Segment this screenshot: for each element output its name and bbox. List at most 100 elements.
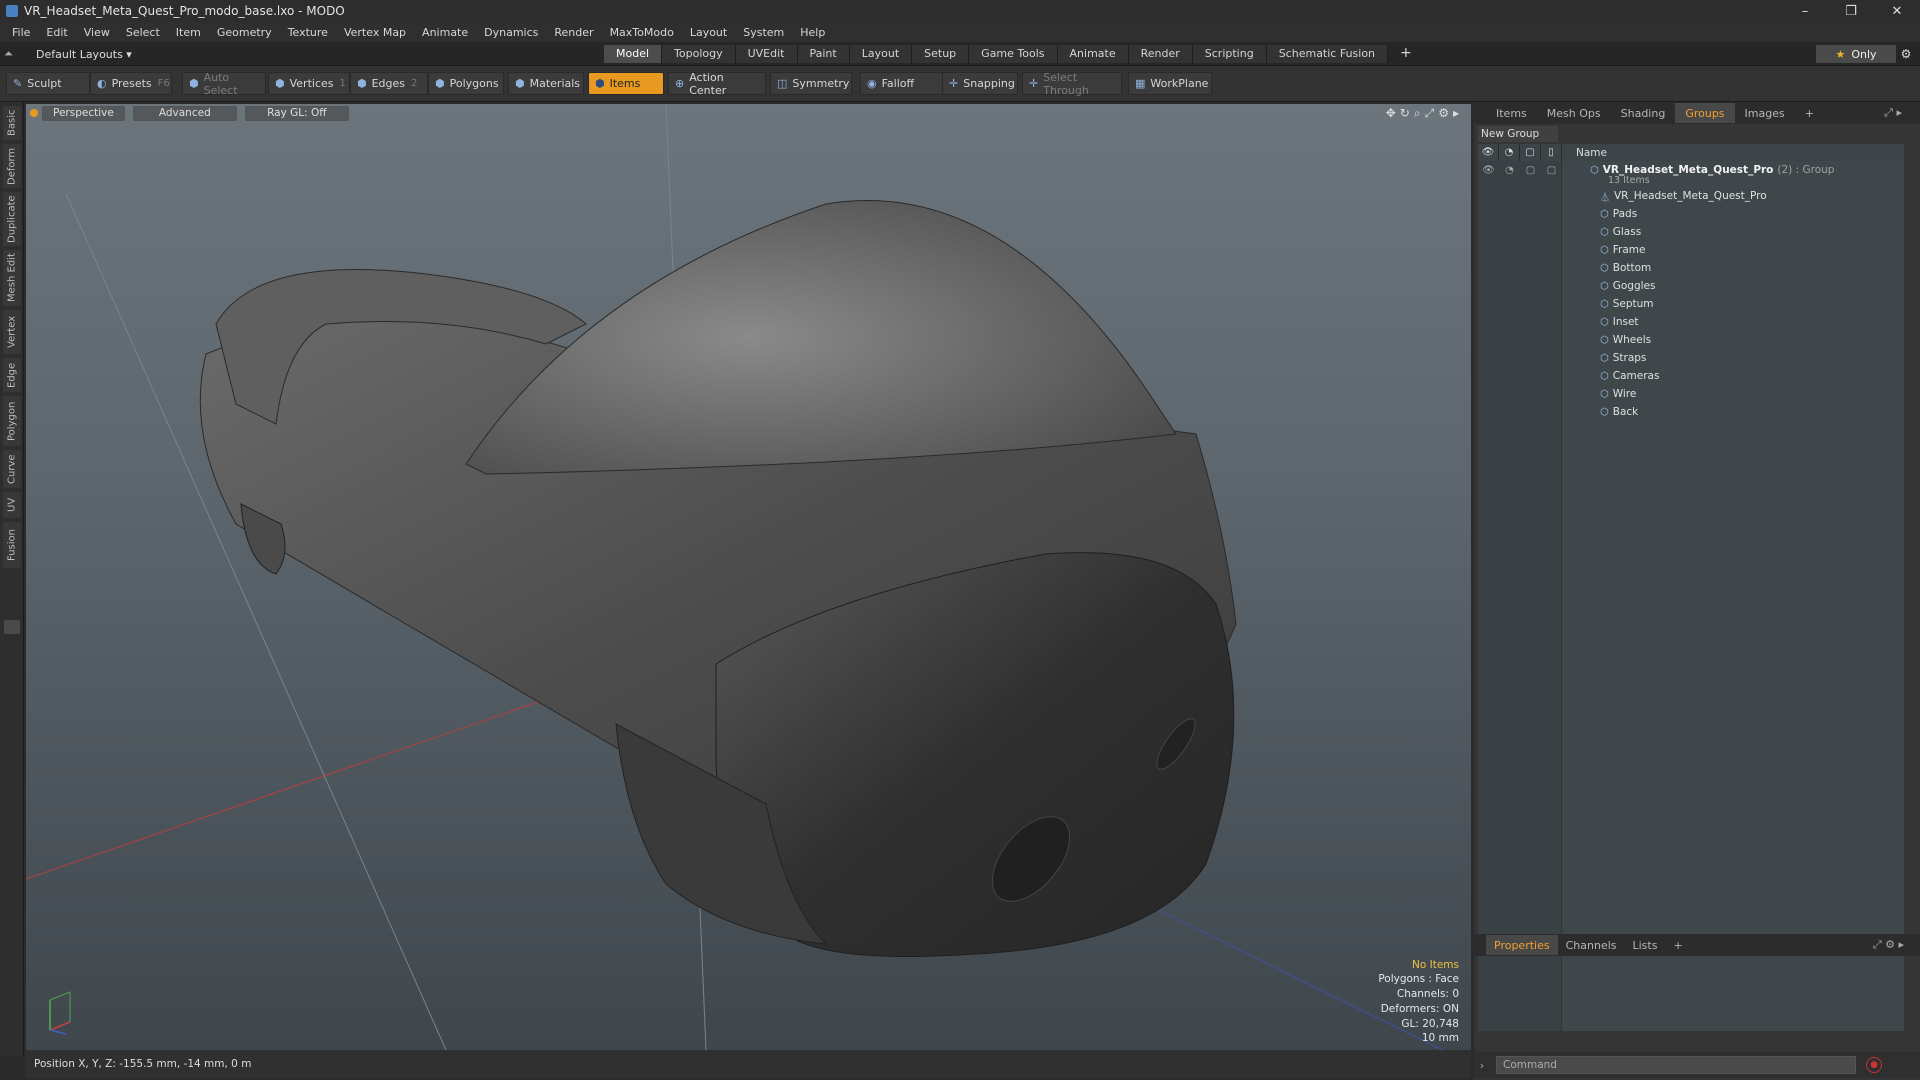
minimize-button[interactable]: –: [1782, 0, 1828, 22]
tab-items[interactable]: Items: [1486, 103, 1537, 123]
maximize-button[interactable]: ❐: [1828, 0, 1874, 22]
visibility-eye-icon[interactable]: 👁: [1478, 161, 1499, 179]
new-group-button[interactable]: New Group: [1478, 126, 1558, 142]
action-center-button[interactable]: ⊕ Action Center: [668, 71, 766, 97]
tab-schematic-fusion[interactable]: Schematic Fusion: [1266, 45, 1389, 63]
stop-icon[interactable]: ●: [1866, 1057, 1882, 1073]
menu-item[interactable]: Item: [168, 26, 209, 39]
tab-setup[interactable]: Setup: [912, 45, 970, 63]
fit-icon[interactable]: ⤢: [1425, 106, 1435, 121]
tab-layout[interactable]: Layout: [849, 45, 913, 63]
add-properties-tab-button[interactable]: +: [1665, 935, 1690, 955]
pan-icon[interactable]: ✥: [1386, 106, 1396, 121]
left-tab-fusion[interactable]: Fusion: [3, 522, 21, 568]
list-item[interactable]: ⬡ Wheels: [1478, 331, 1904, 349]
presets-button[interactable]: ◐ Presets F6: [90, 72, 172, 95]
add-panel-tab-button[interactable]: +: [1795, 103, 1824, 123]
lock-toggle-icon[interactable]: ▢: [1520, 161, 1541, 179]
expand-arrow-icon[interactable]: ▸: [1453, 106, 1459, 121]
sculpt-button[interactable]: ✎ Sculpt: [6, 72, 90, 95]
left-panel-toggle[interactable]: [4, 620, 20, 634]
visibility-col-icon[interactable]: 👁: [1478, 144, 1499, 161]
tab-properties[interactable]: Properties: [1486, 935, 1558, 955]
select-through-button[interactable]: ✛ Select Through: [1022, 71, 1122, 97]
tab-lists[interactable]: Lists: [1625, 935, 1666, 955]
menu-animate[interactable]: Animate: [414, 26, 476, 39]
list-item[interactable]: ⬡ Goggles: [1478, 277, 1904, 295]
list-item[interactable]: ⬡ Straps: [1478, 349, 1904, 367]
menu-edit[interactable]: Edit: [38, 26, 75, 39]
close-button[interactable]: ✕: [1874, 0, 1920, 22]
render-toggle-icon[interactable]: ◔: [1499, 161, 1520, 179]
tab-paint[interactable]: Paint: [797, 45, 850, 63]
panel-expand-icon[interactable]: ⤢ ▸: [1874, 103, 1912, 123]
left-tab-edge[interactable]: Edge: [3, 358, 21, 392]
only-toggle[interactable]: ★ Only: [1816, 45, 1896, 63]
list-item[interactable]: ⬡ Bottom: [1478, 259, 1904, 277]
layout-selector[interactable]: ⏶ Default Layouts ▾: [4, 45, 132, 63]
menu-select[interactable]: Select: [118, 26, 168, 39]
list-item[interactable]: ⬡ Back: [1478, 403, 1904, 421]
left-tab-vertex[interactable]: Vertex: [3, 310, 21, 354]
command-arrow-icon[interactable]: ›: [1474, 1059, 1490, 1072]
materials-button[interactable]: ⬢ Materials: [508, 72, 584, 95]
tab-game-tools[interactable]: Game Tools: [969, 45, 1058, 63]
left-tab-deform[interactable]: Deform: [3, 144, 21, 188]
lock-col-icon[interactable]: ▢: [1520, 144, 1541, 161]
menu-system[interactable]: System: [735, 26, 792, 39]
menu-file[interactable]: File: [4, 26, 38, 39]
left-tab-mesh-edit[interactable]: Mesh Edit: [3, 250, 21, 306]
list-item[interactable]: ⬡ Wire: [1478, 385, 1904, 403]
left-tab-polygon[interactable]: Polygon: [3, 396, 21, 446]
zoom-icon[interactable]: ⌕: [1414, 106, 1421, 121]
menu-render[interactable]: Render: [546, 26, 601, 39]
view-shading[interactable]: Advanced: [132, 105, 237, 121]
workplane-button[interactable]: ▦ WorkPlane: [1128, 72, 1212, 95]
tab-scripting[interactable]: Scripting: [1192, 45, 1267, 63]
select-col-icon[interactable]: ▯: [1541, 144, 1562, 161]
left-tab-basic[interactable]: Basic: [3, 106, 21, 140]
menu-layout[interactable]: Layout: [682, 26, 735, 39]
3d-viewport[interactable]: Perspective Advanced Ray GL: Off ✥ ↻ ⌕ ⤢…: [26, 104, 1471, 1050]
tab-topology[interactable]: Topology: [662, 45, 736, 63]
add-tab-button[interactable]: +: [1388, 45, 1424, 63]
symmetry-button[interactable]: ◫ Symmetry: [770, 72, 852, 95]
list-item[interactable]: ⬡ Glass: [1478, 223, 1904, 241]
menu-geometry[interactable]: Geometry: [209, 26, 280, 39]
tab-mesh-ops[interactable]: Mesh Ops: [1537, 103, 1611, 123]
raygl-toggle[interactable]: Ray GL: Off: [244, 105, 349, 121]
auto-select-button[interactable]: ⬢ Auto Select: [182, 71, 266, 97]
viewport-gear-icon[interactable]: ⚙: [1438, 106, 1449, 121]
settings-gear-icon[interactable]: ⚙: [1896, 45, 1916, 63]
command-input[interactable]: Command: [1496, 1056, 1856, 1074]
tab-render[interactable]: Render: [1128, 45, 1193, 63]
menu-maxtomodo[interactable]: MaxToModo: [602, 26, 682, 39]
list-item[interactable]: ⬡ Cameras: [1478, 367, 1904, 385]
render-col-icon[interactable]: ◔: [1499, 144, 1520, 161]
menu-help[interactable]: Help: [792, 26, 833, 39]
snapping-button[interactable]: ✛ Snapping: [942, 72, 1018, 95]
view-perspective[interactable]: Perspective: [42, 105, 125, 121]
list-item[interactable]: ⬡ Septum: [1478, 295, 1904, 313]
left-tab-curve[interactable]: Curve: [3, 450, 21, 488]
left-tab-uv[interactable]: UV: [3, 492, 21, 518]
list-item[interactable]: ⬡ Frame: [1478, 241, 1904, 259]
menu-dynamics[interactable]: Dynamics: [476, 26, 546, 39]
menu-vertex-map[interactable]: Vertex Map: [336, 26, 414, 39]
list-item[interactable]: ⬡ Inset: [1478, 313, 1904, 331]
group-row-root[interactable]: 👁 ◔ ▢ ▢ ⬡ VR_Headset_Meta_Quest_Pro (2) …: [1478, 161, 1904, 186]
falloff-button[interactable]: ◉ Falloff: [860, 72, 944, 95]
tab-groups[interactable]: Groups: [1675, 103, 1735, 123]
tab-model[interactable]: Model: [604, 45, 663, 63]
properties-expand-icon[interactable]: ⤢ ⚙ ▸: [1865, 935, 1912, 955]
vertices-button[interactable]: ⬢ Vertices 1: [268, 72, 350, 95]
list-item[interactable]: ⏃ VR_Headset_Meta_Quest_Pro: [1478, 187, 1904, 205]
polygons-button[interactable]: ⬢ Polygons: [428, 72, 504, 95]
tab-animate[interactable]: Animate: [1057, 45, 1129, 63]
tab-channels[interactable]: Channels: [1558, 935, 1625, 955]
rotate-icon[interactable]: ↻: [1400, 106, 1410, 121]
tab-shading[interactable]: Shading: [1611, 103, 1676, 123]
menu-texture[interactable]: Texture: [280, 26, 336, 39]
items-button[interactable]: ⬢ Items: [588, 72, 664, 95]
menu-view[interactable]: View: [76, 26, 118, 39]
